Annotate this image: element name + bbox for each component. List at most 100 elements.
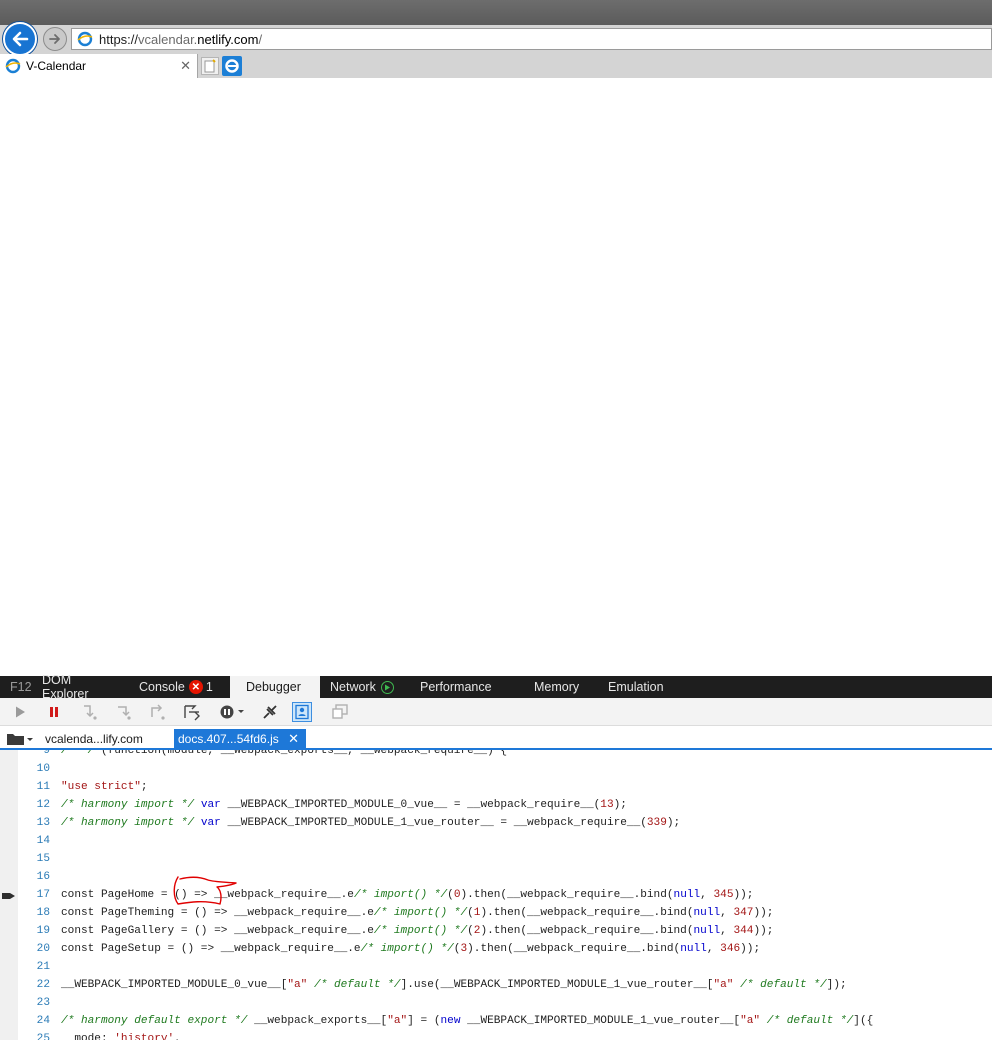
code-editor[interactable]: 9 /***/ (function(module, __webpack_expor… (0, 750, 992, 1040)
open-document-button[interactable] (6, 731, 36, 747)
line-source: const PageTheming = () => __webpack_requ… (61, 904, 773, 922)
breakpoint-window-button[interactable] (330, 702, 350, 722)
code-line[interactable]: 10 (0, 760, 992, 778)
code-token: __WEBPACK_IMPORTED_MODULE_0_vue__[ (61, 979, 288, 991)
code-token: const PageHome = () => __webpack_require… (61, 889, 354, 901)
line-source: const PageSetup = () => __webpack_requir… (61, 940, 760, 958)
code-token: ).then(__webpack_require__.bind( (467, 943, 681, 955)
title-strip (0, 0, 992, 25)
code-line[interactable]: 17 const PageHome = () => __webpack_requi… (0, 886, 992, 904)
tab-memory[interactable]: Memory (514, 676, 594, 698)
file-tab-vcalendar[interactable]: vcalenda...lify.com (38, 729, 172, 748)
tab-label: Memory (534, 680, 580, 694)
step-over-button[interactable] (114, 702, 134, 722)
code-token: , (720, 925, 734, 937)
address-bar[interactable]: https://vcalendar.netlify.com/ (71, 28, 992, 50)
tab-debugger[interactable]: Debugger (230, 676, 320, 698)
continue-button[interactable] (10, 702, 30, 722)
code-token: "use strict" (61, 781, 141, 793)
line-number: 13 (36, 817, 50, 829)
close-icon[interactable]: ✕ (288, 731, 299, 747)
code-token: /* harmony import */ (61, 817, 195, 829)
new-tab-icon[interactable] (201, 57, 219, 75)
page-viewport (0, 78, 992, 676)
tab-dom-explorer[interactable]: DOM Explorer (32, 673, 129, 701)
forward-button[interactable] (43, 27, 67, 51)
code-line[interactable]: 9 /***/ (function(module, __webpack_expor… (0, 750, 992, 760)
code-token: ).then(__webpack_require__.bind( (480, 925, 694, 937)
code-line[interactable]: 24 /* harmony default export */ __webpack… (0, 1012, 992, 1030)
code-token: null (693, 925, 721, 937)
break-icon (50, 707, 58, 717)
tab-v-calendar[interactable]: V-Calendar ✕ (0, 54, 198, 78)
code-line[interactable]: 16 (0, 868, 992, 886)
code-line[interactable]: 18 const PageTheming = () => __webpack_re… (0, 904, 992, 922)
folder-icon (7, 734, 33, 745)
devtools-f12-label: F12 (0, 676, 32, 698)
step-into-button[interactable] (80, 702, 100, 722)
code-token: const PageTheming = () => __webpack_requ… (61, 907, 374, 919)
url-text: https://vcalendar.netlify.com/ (99, 32, 262, 47)
tab-close-icon[interactable]: ✕ (180, 58, 191, 74)
file-tab-docs-js[interactable]: docs.407...54fd6.js ✕ (174, 729, 306, 748)
code-line[interactable]: 14 (0, 832, 992, 850)
code-token: const PageGallery = () => __webpack_requ… (61, 925, 374, 937)
edge-icon[interactable] (222, 56, 242, 76)
line-number: 16 (36, 871, 50, 883)
code-token: null (673, 889, 701, 901)
browser-chrome: https://vcalendar.netlify.com/ V-Calenda… (0, 0, 992, 78)
code-token: ]({ (853, 1015, 874, 1027)
code-line[interactable]: 20 const PageSetup = () => __webpack_requ… (0, 940, 992, 958)
exception-behavior-button[interactable] (217, 702, 247, 722)
code-line[interactable]: 23 (0, 994, 992, 1012)
line-source: /* harmony default export */ __webpack_e… (61, 1012, 873, 1030)
code-line[interactable]: 12 /* harmony import */ var __WEBPACK_IMP… (0, 796, 992, 814)
debugger-file-tabs: vcalenda...lify.com docs.407...54fd6.js … (0, 729, 992, 750)
devtools-tab-bar: F12 DOM Explorer Console ✕ 1 Debugger Ne… (0, 673, 992, 701)
tab-network[interactable]: Network (320, 676, 410, 698)
tab-emulation[interactable]: Emulation (594, 676, 684, 698)
code-token: null (693, 907, 721, 919)
code-line[interactable]: 22 __WEBPACK_IMPORTED_MODULE_0_vue__["a" … (0, 976, 992, 994)
code-token: ( (467, 925, 474, 937)
code-token: ]); (826, 979, 847, 991)
code-line[interactable]: 11 "use strict"; (0, 778, 992, 796)
edge-glyph (225, 59, 239, 73)
line-source: /* harmony import */ var __WEBPACK_IMPOR… (61, 796, 627, 814)
disconnect-debugger-button[interactable] (260, 702, 280, 722)
step-out-icon (151, 704, 165, 720)
continue-icon (16, 706, 25, 718)
tab-console[interactable]: Console ✕ 1 (129, 676, 230, 698)
line-number: 19 (36, 925, 50, 937)
code-token: 344 (733, 925, 754, 937)
code-token: 339 (646, 817, 667, 829)
tab-label: Performance (420, 680, 492, 694)
code-token: , (174, 1033, 181, 1040)
f12-text: F12 (10, 680, 32, 694)
forward-arrow-icon (49, 34, 60, 44)
code-token: /* import() */ (373, 925, 468, 937)
code-token: ( (467, 907, 474, 919)
step-into-icon (84, 705, 97, 720)
break-on-new-worker-button[interactable] (182, 702, 202, 722)
code-token: "a" (713, 979, 734, 991)
file-tab-label: docs.407...54fd6.js (178, 731, 279, 746)
code-token: /* import() */ (373, 907, 468, 919)
code-line[interactable]: 19 const PageGallery = () => __webpack_re… (0, 922, 992, 940)
step-out-button[interactable] (148, 702, 168, 722)
just-my-code-icon (295, 704, 309, 720)
code-line[interactable]: 15 (0, 850, 992, 868)
break-button[interactable] (44, 702, 64, 722)
code-line[interactable]: 13 /* harmony import */ var __WEBPACK_IMP… (0, 814, 992, 832)
code-token: ] = ( (407, 1015, 441, 1027)
code-line[interactable]: 21 (0, 958, 992, 976)
code-token: )); (753, 907, 774, 919)
code-line[interactable]: 25 mode: 'history', (0, 1030, 992, 1040)
tab-performance[interactable]: Performance (410, 676, 514, 698)
code-token: (function(module, __webpack_exports__, _… (100, 750, 508, 757)
back-button[interactable] (3, 22, 37, 56)
code-token: , (720, 907, 734, 919)
just-my-code-button[interactable] (292, 702, 312, 722)
